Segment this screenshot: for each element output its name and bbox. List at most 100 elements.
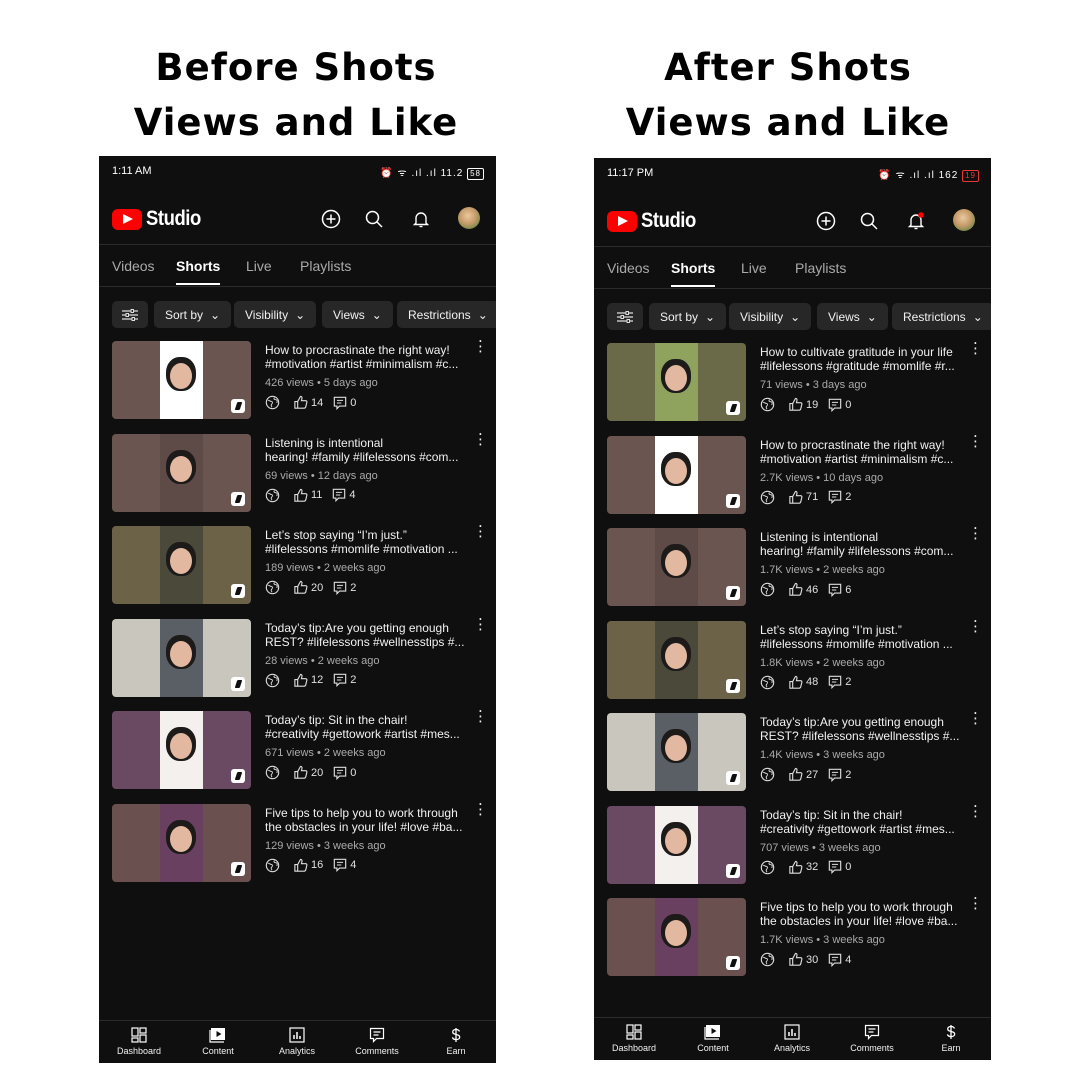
- nav-comments[interactable]: Comments: [342, 1027, 412, 1056]
- more-options-icon[interactable]: ⋮: [968, 434, 983, 449]
- tab-videos[interactable]: Videos: [607, 260, 650, 276]
- search-icon[interactable]: [362, 207, 386, 231]
- short-title[interactable]: Five tips to help you to work through th…: [265, 806, 470, 834]
- short-title[interactable]: Five tips to help you to work through th…: [760, 900, 965, 928]
- short-title[interactable]: Today’s tip:Are you getting enough REST?…: [265, 621, 470, 649]
- short-title[interactable]: Today’s tip: Sit in the chair! #creativi…: [760, 808, 965, 836]
- restrictions-filter[interactable]: Restrictions ⌄: [397, 301, 496, 328]
- short-title-line1: Today’s tip: Sit in the chair!: [760, 807, 903, 822]
- short-list-item[interactable]: How to procrastinate the right way! #mot…: [99, 335, 496, 428]
- short-thumbnail[interactable]: [112, 803, 251, 882]
- short-thumbnail[interactable]: [112, 433, 251, 512]
- short-list-item[interactable]: Let’s stop saying “I’m just.” #lifelesso…: [99, 520, 496, 613]
- short-list-item[interactable]: Five tips to help you to work through th…: [594, 892, 991, 985]
- nav-analytics[interactable]: Analytics: [757, 1024, 827, 1053]
- filter-tune-icon[interactable]: [607, 303, 643, 330]
- more-options-icon[interactable]: ⋮: [473, 432, 488, 447]
- nav-earn[interactable]: Earn: [916, 1024, 986, 1053]
- notifications-bell-icon[interactable]: [409, 207, 433, 231]
- more-options-icon[interactable]: ⋮: [968, 619, 983, 634]
- short-thumbnail[interactable]: [607, 713, 746, 791]
- more-options-icon[interactable]: ⋮: [473, 524, 488, 539]
- short-title[interactable]: How to cultivate gratitude in your life …: [760, 345, 965, 373]
- short-list-item[interactable]: Today’s tip:Are you getting enough REST?…: [99, 613, 496, 706]
- short-thumbnail[interactable]: [607, 435, 746, 514]
- visibility-filter[interactable]: Visibility ⌄: [729, 303, 812, 330]
- short-title[interactable]: Let’s stop saying “I’m just.” #lifelesso…: [265, 528, 470, 556]
- short-list-item[interactable]: Let’s stop saying “I’m just.” #lifelesso…: [594, 615, 991, 708]
- tab-playlists[interactable]: Playlists: [300, 258, 351, 274]
- short-list-item[interactable]: Today’s tip: Sit in the chair! #creativi…: [594, 800, 991, 893]
- after-heading-line2: Views and Like: [625, 101, 951, 144]
- short-thumbnail[interactable]: [607, 805, 746, 884]
- short-list-item[interactable]: Five tips to help you to work through th…: [99, 798, 496, 891]
- tab-playlists[interactable]: Playlists: [795, 260, 846, 276]
- short-title[interactable]: Listening is intentional hearing! #famil…: [265, 436, 470, 464]
- notifications-bell-icon[interactable]: [904, 209, 928, 233]
- tab-live[interactable]: Live: [246, 258, 272, 274]
- more-options-icon[interactable]: ⋮: [473, 802, 488, 817]
- avatar[interactable]: [953, 209, 975, 231]
- short-list-item[interactable]: Listening is intentional hearing! #famil…: [594, 522, 991, 615]
- restrictions-filter[interactable]: Restrictions ⌄: [892, 303, 991, 330]
- short-thumbnail[interactable]: [112, 341, 251, 419]
- short-list-item[interactable]: Today’s tip: Sit in the chair! #creativi…: [99, 705, 496, 798]
- short-title[interactable]: Today’s tip: Sit in the chair! #creativi…: [265, 713, 470, 741]
- create-icon[interactable]: [814, 209, 838, 233]
- short-thumbnail[interactable]: [112, 618, 251, 697]
- short-thumbnail[interactable]: [607, 620, 746, 699]
- nav-content[interactable]: Content: [678, 1024, 748, 1053]
- sort-by-filter[interactable]: Sort by ⌄: [154, 301, 232, 328]
- nav-analytics[interactable]: Analytics: [262, 1027, 332, 1056]
- short-list-item[interactable]: Listening is intentional hearing! #famil…: [99, 428, 496, 521]
- create-icon[interactable]: [319, 207, 343, 231]
- short-thumbnail[interactable]: [607, 898, 746, 976]
- nav-earn[interactable]: Earn: [421, 1027, 491, 1056]
- short-title[interactable]: How to procrastinate the right way! #mot…: [760, 438, 965, 466]
- tab-shorts[interactable]: Shorts: [176, 258, 221, 285]
- studio-logo[interactable]: Studio: [112, 207, 208, 231]
- more-options-icon[interactable]: ⋮: [473, 709, 488, 724]
- before-heading: Before Shots Views and Like: [76, 40, 516, 150]
- short-list-item[interactable]: Today’s tip:Are you getting enough REST?…: [594, 707, 991, 800]
- more-options-icon[interactable]: ⋮: [968, 526, 983, 541]
- nav-dashboard[interactable]: Dashboard: [599, 1024, 669, 1053]
- more-options-icon[interactable]: ⋮: [968, 341, 983, 356]
- public-globe-icon: [760, 952, 775, 967]
- short-thumbnail[interactable]: [607, 343, 746, 421]
- chevron-down-icon: ⌄: [371, 307, 382, 322]
- more-options-icon[interactable]: ⋮: [473, 339, 488, 354]
- short-title[interactable]: Let’s stop saying “I’m just.” #lifelesso…: [760, 623, 965, 651]
- short-thumbnail[interactable]: [112, 526, 251, 604]
- more-options-icon[interactable]: ⋮: [968, 896, 983, 911]
- nav-content[interactable]: Content: [183, 1027, 253, 1056]
- more-options-icon[interactable]: ⋮: [968, 804, 983, 819]
- search-icon[interactable]: [857, 209, 881, 233]
- short-list-item[interactable]: How to procrastinate the right way! #mot…: [594, 430, 991, 523]
- more-options-icon[interactable]: ⋮: [968, 711, 983, 726]
- tab-live[interactable]: Live: [741, 260, 767, 276]
- nav-dashboard[interactable]: Dashboard: [104, 1027, 174, 1056]
- short-meta: 1.4K views • 3 weeks ago: [760, 749, 885, 761]
- tab-videos[interactable]: Videos: [112, 258, 155, 274]
- short-list-item[interactable]: How to cultivate gratitude in your life …: [594, 337, 991, 430]
- more-options-icon[interactable]: ⋮: [473, 617, 488, 632]
- views-filter[interactable]: Views ⌄: [817, 303, 888, 330]
- nav-comments[interactable]: Comments: [837, 1024, 907, 1053]
- short-title[interactable]: Listening is intentional hearing! #famil…: [760, 530, 965, 558]
- sort-by-filter[interactable]: Sort by ⌄: [649, 303, 727, 330]
- network-speed: 162: [938, 170, 959, 181]
- short-title[interactable]: How to procrastinate the right way! #mot…: [265, 343, 470, 371]
- filter-tune-icon[interactable]: [112, 301, 148, 328]
- short-thumbnail[interactable]: [607, 528, 746, 606]
- status-signal-icons: ⏰ ᯤ .ıl .ıl: [380, 168, 437, 179]
- studio-logo[interactable]: Studio: [607, 209, 703, 233]
- avatar[interactable]: [458, 207, 480, 229]
- short-title-line2: #creativity #gettowork #artist #mes...: [265, 727, 460, 741]
- short-title[interactable]: Today’s tip:Are you getting enough REST?…: [760, 715, 965, 743]
- public-globe-icon: [760, 675, 775, 689]
- short-thumbnail[interactable]: [112, 711, 251, 789]
- tab-shorts[interactable]: Shorts: [671, 260, 716, 287]
- visibility-filter[interactable]: Visibility ⌄: [234, 301, 317, 328]
- views-filter[interactable]: Views ⌄: [322, 301, 393, 328]
